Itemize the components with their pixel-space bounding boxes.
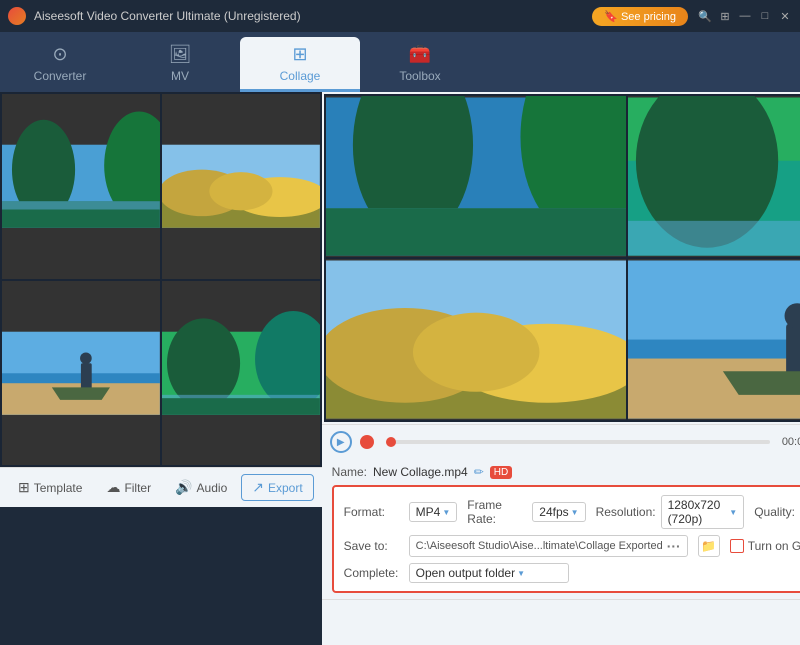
settings-section: Name: New Collage.mp4 ✏ HD Format: MP4 ▼…: [322, 459, 800, 599]
time-display: 00:00:00.00/00:00:05.00 🔊: [782, 434, 800, 451]
toolbox-icon: 🧰: [409, 44, 431, 65]
nav-bar: ⊙ Converter 🖼 MV ⊞ Collage 🧰 Toolbox: [0, 32, 800, 92]
right-cell-bottom-left: [326, 259, 626, 420]
format-label: Format:: [344, 505, 399, 519]
info-badge: HD: [490, 466, 512, 479]
tab-converter[interactable]: ⊙ Converter: [0, 37, 120, 92]
title-bar: Aiseesoft Video Converter Ultimate (Unre…: [0, 0, 800, 32]
framerate-arrow-icon: ▼: [571, 508, 579, 517]
settings-row-2: Save to: C:\Aiseesoft Studio\Aise...ltim…: [344, 535, 800, 557]
app-logo: [8, 7, 26, 25]
export-icon: ↗: [252, 479, 264, 496]
right-cell-top-right: [628, 96, 800, 257]
grid-win-btn[interactable]: ⊞: [718, 9, 732, 23]
tab-toolbox-label: Toolbox: [399, 69, 440, 83]
save-to-label: Save to:: [344, 539, 399, 553]
right-panel: ▶ 00:00:00.00/00:00:05.00 🔊 Name: New Co…: [322, 92, 800, 507]
name-row: Name: New Collage.mp4 ✏ HD: [332, 465, 800, 479]
see-pricing-button[interactable]: 🔖 See pricing: [592, 7, 688, 26]
right-cell-top-left: [326, 96, 626, 257]
left-panel: ⊞ Template ☁ Filter 🔊 Audio ↗ Export: [0, 92, 322, 507]
framerate-select[interactable]: 24fps ▼: [532, 502, 585, 522]
search-win-btn[interactable]: 🔍: [698, 9, 712, 23]
open-folder-button[interactable]: 📁: [698, 535, 720, 557]
gpu-checkbox-box[interactable]: [730, 539, 744, 553]
complete-arrow-icon: ▼: [517, 569, 525, 578]
converter-icon: ⊙: [52, 44, 67, 65]
right-toolbar: ▶ 00:00:00.00/00:00:05.00 🔊: [322, 424, 800, 459]
gpu-label: Turn on GPU Acceleration: [748, 539, 800, 553]
close-btn[interactable]: ✕: [778, 9, 792, 23]
browse-button[interactable]: ···: [667, 538, 681, 554]
window-controls: 🔍 ⊞ — □ ✕: [698, 9, 792, 23]
record-indicator: [360, 435, 374, 449]
tab-collage-label: Collage: [280, 69, 321, 83]
name-label: Name:: [332, 465, 367, 479]
settings-row-1: Format: MP4 ▼ Frame Rate: 24fps ▼ Resolu…: [344, 495, 800, 529]
filter-icon: ☁: [106, 479, 120, 496]
filter-button[interactable]: ☁ Filter: [96, 475, 161, 500]
template-icon: ⊞: [18, 479, 30, 496]
settings-box: Format: MP4 ▼ Frame Rate: 24fps ▼ Resolu…: [332, 485, 800, 593]
bottom-bar: Start Export: [322, 599, 800, 645]
preview-bl: [2, 281, 160, 466]
format-select[interactable]: MP4 ▼: [409, 502, 458, 522]
save-path-input[interactable]: C:\Aiseesoft Studio\Aise...ltimate\Colla…: [409, 535, 688, 557]
template-button[interactable]: ⊞ Template: [8, 475, 92, 500]
right-cell-bottom-right: [628, 259, 800, 420]
left-preview-area: [0, 92, 322, 467]
format-arrow-icon: ▼: [442, 508, 450, 517]
tab-collage[interactable]: ⊞ Collage: [240, 37, 360, 92]
name-value: New Collage.mp4: [373, 465, 468, 479]
tab-converter-label: Converter: [34, 69, 87, 83]
tab-mv[interactable]: 🖼 MV: [120, 37, 240, 92]
settings-row-3: Complete: Open output folder ▼: [344, 563, 800, 583]
minimize-btn[interactable]: —: [738, 9, 752, 23]
resolution-arrow-icon: ▼: [729, 508, 737, 517]
left-toolbar: ⊞ Template ☁ Filter 🔊 Audio ↗ Export: [0, 467, 322, 507]
resolution-label: Resolution:: [596, 505, 651, 519]
tab-toolbox[interactable]: 🧰 Toolbox: [360, 37, 480, 92]
progress-bar: [386, 440, 770, 444]
play-button[interactable]: ▶: [330, 431, 352, 453]
audio-icon: 🔊: [175, 479, 192, 496]
preview-br: [162, 281, 320, 466]
edit-icon[interactable]: ✏: [474, 465, 484, 479]
framerate-label: Frame Rate:: [467, 498, 522, 526]
main-content: ⊞ Template ☁ Filter 🔊 Audio ↗ Export: [0, 92, 800, 507]
quality-label: Quality:: [754, 505, 800, 519]
right-preview-area: [324, 94, 800, 422]
preview-tr: [162, 94, 320, 279]
resolution-select[interactable]: 1280x720 (720p) ▼: [661, 495, 745, 529]
preview-tl: [2, 94, 160, 279]
maximize-btn[interactable]: □: [758, 9, 772, 23]
gpu-acceleration-toggle[interactable]: Turn on GPU Acceleration: [730, 539, 800, 553]
progress-handle[interactable]: [386, 437, 396, 447]
audio-button[interactable]: 🔊 Audio: [165, 475, 237, 500]
app-title: Aiseesoft Video Converter Ultimate (Unre…: [34, 9, 592, 23]
complete-label: Complete:: [344, 566, 399, 580]
collage-icon: ⊞: [292, 44, 307, 65]
export-button[interactable]: ↗ Export: [241, 474, 313, 501]
complete-select[interactable]: Open output folder ▼: [409, 563, 569, 583]
mv-icon: 🖼: [169, 44, 192, 65]
tab-mv-label: MV: [171, 69, 189, 83]
